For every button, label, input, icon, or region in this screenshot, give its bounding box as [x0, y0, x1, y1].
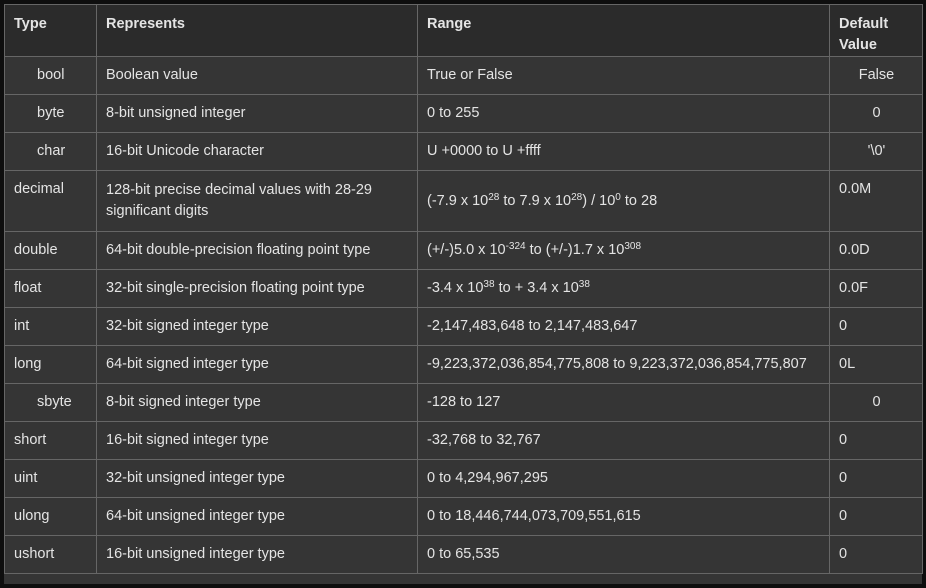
- default-cell: 0: [829, 459, 923, 498]
- type-cell: uint: [4, 459, 97, 498]
- range-cell: -32,768 to 32,767: [417, 421, 830, 460]
- type-cell: char: [4, 132, 97, 171]
- range-cell: (-7.9 x 1028 to 7.9 x 1028) / 100 to 28: [417, 170, 830, 232]
- range-text: to 7.9 x 10: [499, 192, 572, 209]
- type-cell: bool: [4, 56, 97, 95]
- range-exponent: 38: [578, 279, 590, 290]
- type-cell: double: [4, 231, 97, 270]
- range-exponent: 28: [488, 191, 500, 203]
- represents-cell: 32-bit single-precision floating point t…: [96, 269, 418, 308]
- range-text: (-7.9 x 10: [427, 192, 489, 209]
- default-cell: 0.0D: [829, 231, 923, 270]
- table-row: ushort 16-bit unsigned integer type 0 to…: [4, 535, 923, 574]
- range-text: -3.4 x 10: [427, 280, 484, 296]
- types-table-frame: Type Represents Range Default Value bool…: [4, 4, 923, 584]
- default-cell: 0.0M: [829, 170, 923, 232]
- represents-cell: Boolean value: [96, 56, 418, 95]
- table-row: uint 32-bit unsigned integer type 0 to 4…: [4, 459, 923, 498]
- type-cell: byte: [4, 94, 97, 133]
- table-row: ulong 64-bit unsigned integer type 0 to …: [4, 497, 923, 536]
- type-cell: sbyte: [4, 383, 97, 422]
- range-text: to (+/-)1.7 x 10: [525, 242, 625, 258]
- range-cell: U +0000 to U +ffff: [417, 132, 830, 171]
- header-default-value: Default Value: [829, 4, 923, 57]
- default-cell: 0: [829, 94, 923, 133]
- range-exponent: 38: [483, 279, 495, 290]
- range-cell: True or False: [417, 56, 830, 95]
- type-cell: float: [4, 269, 97, 308]
- default-cell: 0: [829, 307, 923, 346]
- range-text: to 28: [620, 192, 658, 209]
- table-row: long 64-bit signed integer type -9,223,3…: [4, 345, 923, 384]
- range-cell: 0 to 18,446,744,073,709,551,615: [417, 497, 830, 536]
- range-cell: -9,223,372,036,854,775,808 to 9,223,372,…: [417, 345, 830, 384]
- default-cell: 0: [829, 535, 923, 574]
- table-row: char 16-bit Unicode character U +0000 to…: [4, 132, 923, 171]
- range-text: ) / 10: [582, 192, 616, 209]
- default-cell: 0: [829, 383, 923, 422]
- range-cell: -2,147,483,648 to 2,147,483,647: [417, 307, 830, 346]
- range-text: (+/-)5.0 x 10: [427, 242, 506, 258]
- type-cell: ulong: [4, 497, 97, 536]
- default-cell: 0: [829, 421, 923, 460]
- header-range: Range: [417, 4, 830, 57]
- default-cell: False: [829, 56, 923, 95]
- data-types-table: Type Represents Range Default Value bool…: [4, 4, 923, 574]
- range-cell: 0 to 65,535: [417, 535, 830, 574]
- range-text: to + 3.4 x 10: [494, 280, 579, 296]
- represents-cell: 64-bit unsigned integer type: [96, 497, 418, 536]
- default-cell: 0L: [829, 345, 923, 384]
- type-cell: ushort: [4, 535, 97, 574]
- represents-cell: 64-bit signed integer type: [96, 345, 418, 384]
- table-row: double 64-bit double-precision floating …: [4, 231, 923, 270]
- represents-cell: 16-bit signed integer type: [96, 421, 418, 460]
- table-row: sbyte 8-bit signed integer type -128 to …: [4, 383, 923, 422]
- represents-cell: 8-bit signed integer type: [96, 383, 418, 422]
- table-row: bool Boolean value True or False False: [4, 56, 923, 95]
- table-row: int 32-bit signed integer type -2,147,48…: [4, 307, 923, 346]
- represents-cell: 128-bit precise decimal values with 28-2…: [96, 170, 418, 232]
- table-row: short 16-bit signed integer type -32,768…: [4, 421, 923, 460]
- default-cell: 0.0F: [829, 269, 923, 308]
- represents-cell: 8-bit unsigned integer: [96, 94, 418, 133]
- table-row: float 32-bit single-precision floating p…: [4, 269, 923, 308]
- range-cell: -3.4 x 1038 to + 3.4 x 1038: [417, 269, 830, 308]
- table-row: decimal 128-bit precise decimal values w…: [4, 170, 923, 232]
- represents-cell: 32-bit unsigned integer type: [96, 459, 418, 498]
- represents-cell: 64-bit double-precision floating point t…: [96, 231, 418, 270]
- default-cell: 0: [829, 497, 923, 536]
- header-type: Type: [4, 4, 97, 57]
- range-exponent: -324: [505, 241, 526, 252]
- header-row: Type Represents Range Default Value: [4, 4, 923, 57]
- type-cell: short: [4, 421, 97, 460]
- type-cell: decimal: [4, 170, 97, 232]
- type-cell: int: [4, 307, 97, 346]
- table-row: byte 8-bit unsigned integer 0 to 255 0: [4, 94, 923, 133]
- represents-cell: 16-bit Unicode character: [96, 132, 418, 171]
- header-represents: Represents: [96, 4, 418, 57]
- range-cell: 0 to 4,294,967,295: [417, 459, 830, 498]
- default-cell: '\0': [829, 132, 923, 171]
- range-cell: (+/-)5.0 x 10-324 to (+/-)1.7 x 10308: [417, 231, 830, 270]
- represents-cell: 16-bit unsigned integer type: [96, 535, 418, 574]
- range-cell: -128 to 127: [417, 383, 830, 422]
- represents-cell: 32-bit signed integer type: [96, 307, 418, 346]
- range-exponent: 308: [624, 241, 642, 252]
- type-cell: long: [4, 345, 97, 384]
- range-cell: 0 to 255: [417, 94, 830, 133]
- range-exponent: 28: [571, 191, 583, 203]
